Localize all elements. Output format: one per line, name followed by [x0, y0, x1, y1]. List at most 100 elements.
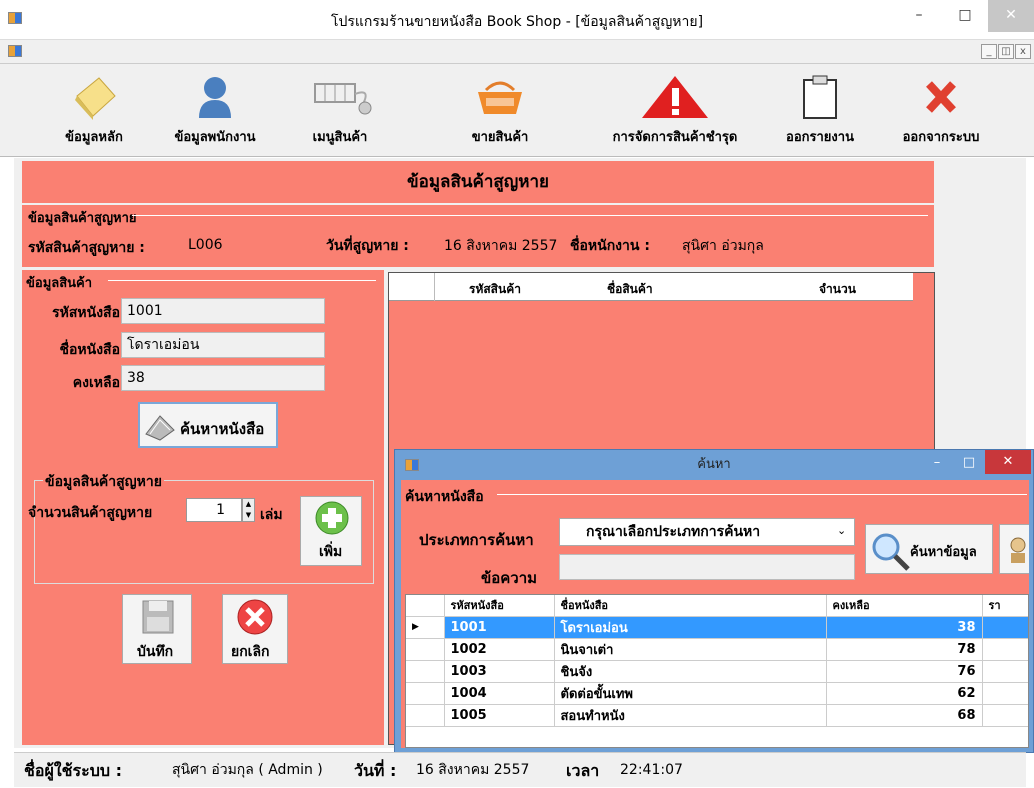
search-data-button[interactable]: ค้นหาข้อมูล [865, 524, 993, 574]
person-icon [1008, 537, 1028, 567]
toolbar-label: ข้อมูลพนักงาน [174, 130, 256, 145]
column-header: รา [982, 595, 1028, 617]
dialog-maximize-button[interactable]: □ [953, 450, 985, 478]
date-label: วันที่ : [354, 761, 397, 780]
user-value: สุนิศา อ่วมกุล ( Admin ) [172, 762, 323, 778]
column-header: ชื่อหนังสือ [554, 595, 827, 617]
search-type-select[interactable]: กรุณาเลือกประเภทการค้นหา [559, 518, 855, 546]
minimize-button[interactable]: – [896, 0, 942, 32]
clipboard-icon [800, 74, 840, 120]
lost-qty-stepper[interactable]: 1 [186, 498, 242, 522]
remaining-field[interactable]: 38 [121, 365, 325, 391]
grid-header-row: รหัสหนังสือ ชื่อหนังสือ คงเหลือ รา [406, 595, 1028, 617]
toolbar-item-sell[interactable]: ขายสินค้า [450, 74, 550, 147]
mdi-child-icon [8, 45, 22, 57]
chevron-down-icon: ⌄ [837, 524, 847, 537]
toolbar-item-master-data[interactable]: ข้อมูลหลัก [44, 74, 144, 147]
staff-label: ชื่อหนักงาน : [570, 238, 650, 254]
table-row[interactable]: 1004 ตัดต่อขั้นเทพ 62 [406, 682, 1028, 705]
cart-icon [305, 74, 375, 120]
table-row[interactable]: 1002 นินจาเต่า 78 [406, 638, 1028, 661]
toolbar-item-employee[interactable]: ข้อมูลพนักงาน [150, 74, 280, 147]
book-code-field[interactable]: 1001 [121, 298, 325, 324]
cancel-button[interactable]: ยกเลิก [222, 594, 288, 664]
row-selector-icon: ▶ [406, 616, 445, 639]
table-row[interactable]: 1005 สอนทำหนัง 68 [406, 704, 1028, 727]
status-bar: ชื่อผู้ใช้ระบบ : สุนิศา อ่วมกุล ( Admin … [14, 752, 1026, 787]
lost-code-label: รหัสสินค้าสูญหาย : [28, 240, 145, 256]
staff-value: สุนิศา อ่วมกุล [682, 238, 764, 254]
search-text-label: ข้อความ [481, 569, 538, 587]
book-name-field[interactable]: โดราเอม่อน [121, 332, 325, 358]
main-toolbar: ข้อมูลหลัก ข้อมูลพนักงาน เมนูสินค้า ขายส… [0, 64, 1034, 157]
user-icon [195, 74, 235, 120]
group-title: ข้อมูลสินค้าสูญหาย [28, 211, 137, 226]
column-header: ชื่อสินค้า [607, 282, 653, 296]
book-name-label: ชื่อหนังสือ [59, 342, 121, 358]
page-title: ข้อมูลสินค้าสูญหาย [22, 161, 934, 203]
window-title: โปรแกรมร้านขายหนังสือ Book Shop - [ข้อมู… [330, 14, 704, 30]
toolbar-label: ออกจากระบบ [902, 130, 980, 145]
column-header: รหัสหนังสือ [444, 595, 555, 617]
floppy-icon [141, 599, 175, 639]
lost-info-group: ข้อมูลสินค้าสูญหาย รหัสสินค้าสูญหาย : L0… [22, 205, 934, 267]
mdi-close-button[interactable]: x [1015, 44, 1031, 59]
column-header: รหัสสินค้า [469, 282, 521, 296]
column-header: คงเหลือ [826, 595, 983, 617]
toolbar-item-logout[interactable]: ออกจากระบบ [886, 74, 996, 147]
search-dialog: ค้นหา – □ ✕ ค้นหาหนังสือ ประเภทการค้นหา … [394, 449, 1034, 753]
mdi-restore-button[interactable]: ◫ [998, 44, 1014, 59]
mdi-minimize-button[interactable]: _ [981, 44, 997, 59]
user-label: ชื่อผู้ใช้ระบบ : [24, 761, 122, 780]
lost-date-label: วันที่สูญหาย : [326, 238, 409, 254]
search-book-button[interactable]: ค้นหาหนังสือ [138, 402, 278, 448]
table-row[interactable]: 1003 ชินจัง 76 [406, 660, 1028, 683]
search-text-input[interactable] [559, 554, 855, 580]
date-value: 16 สิงหาคม 2557 [416, 762, 530, 778]
group-title: ค้นหาหนังสือ [405, 489, 484, 505]
notes-icon [69, 74, 119, 120]
time-value: 22:41:07 [620, 762, 683, 778]
mdi-menubar [0, 40, 1034, 64]
unit-label: เล่ม [260, 507, 283, 523]
remaining-label: คงเหลือ [72, 375, 120, 391]
search-results-grid[interactable]: รหัสหนังสือ ชื่อหนังสือ คงเหลือ รา ▶ 100… [405, 594, 1029, 748]
add-button[interactable]: เพิ่ม [300, 496, 362, 566]
close-button[interactable]: ✕ [988, 0, 1034, 32]
close-x-icon [921, 74, 961, 120]
maximize-button[interactable]: □ [942, 0, 988, 32]
search-type-label: ประเภทการค้นหา [419, 531, 534, 549]
dialog-minimize-button[interactable]: – [921, 450, 953, 478]
toolbar-label: ข้อมูลหลัก [65, 130, 123, 145]
group-title: ข้อมูลสินค้า [26, 276, 93, 291]
book-code-label: รหัสหนังสือ [52, 305, 120, 321]
toolbar-item-damaged[interactable]: การจัดการสินค้าชำรุด [580, 74, 770, 147]
toolbar-label: ขายสินค้า [471, 130, 529, 145]
toolbar-item-product-menu[interactable]: เมนูสินค้า [290, 74, 390, 147]
plus-icon [315, 501, 349, 539]
book-icon [144, 410, 176, 446]
save-button[interactable]: บันทึก [122, 594, 192, 664]
toolbar-label: ออกรายงาน [786, 130, 854, 145]
title-bar: โปรแกรมร้านขายหนังสือ Book Shop - [ข้อมู… [0, 0, 1034, 40]
dialog-close-button[interactable]: ✕ [985, 450, 1031, 474]
basket-icon [470, 74, 530, 120]
column-header: จำนวน [819, 282, 856, 296]
stepper-arrows[interactable]: ▲ ▼ [242, 498, 255, 522]
warning-icon [640, 74, 710, 120]
dialog-icon [405, 459, 419, 471]
table-row[interactable]: ▶ 1001 โดราเอม่อน 38 [406, 616, 1028, 639]
dialog-body: ค้นหาหนังสือ ประเภทการค้นหา กรุณาเลือกปร… [401, 480, 1029, 748]
clear-search-button[interactable] [999, 524, 1029, 574]
lost-date-value: 16 สิงหาคม 2557 [444, 238, 558, 254]
toolbar-item-report[interactable]: ออกรายงาน [770, 74, 870, 147]
cancel-x-icon [237, 599, 273, 639]
grid-header: รหัสสินค้า ชื่อสินค้า จำนวน [389, 273, 913, 301]
toolbar-label: การจัดการสินค้าชำรุด [612, 130, 738, 145]
time-label: เวลา [566, 761, 600, 780]
lost-qty-label: จำนวนสินค้าสูญหาย [28, 505, 153, 521]
magnifier-icon [870, 531, 910, 575]
lost-code-value: L006 [188, 237, 223, 253]
toolbar-label: เมนูสินค้า [312, 130, 368, 145]
product-panel: ข้อมูลสินค้า รหัสหนังสือ 1001 ชื่อหนังสื… [22, 270, 384, 745]
